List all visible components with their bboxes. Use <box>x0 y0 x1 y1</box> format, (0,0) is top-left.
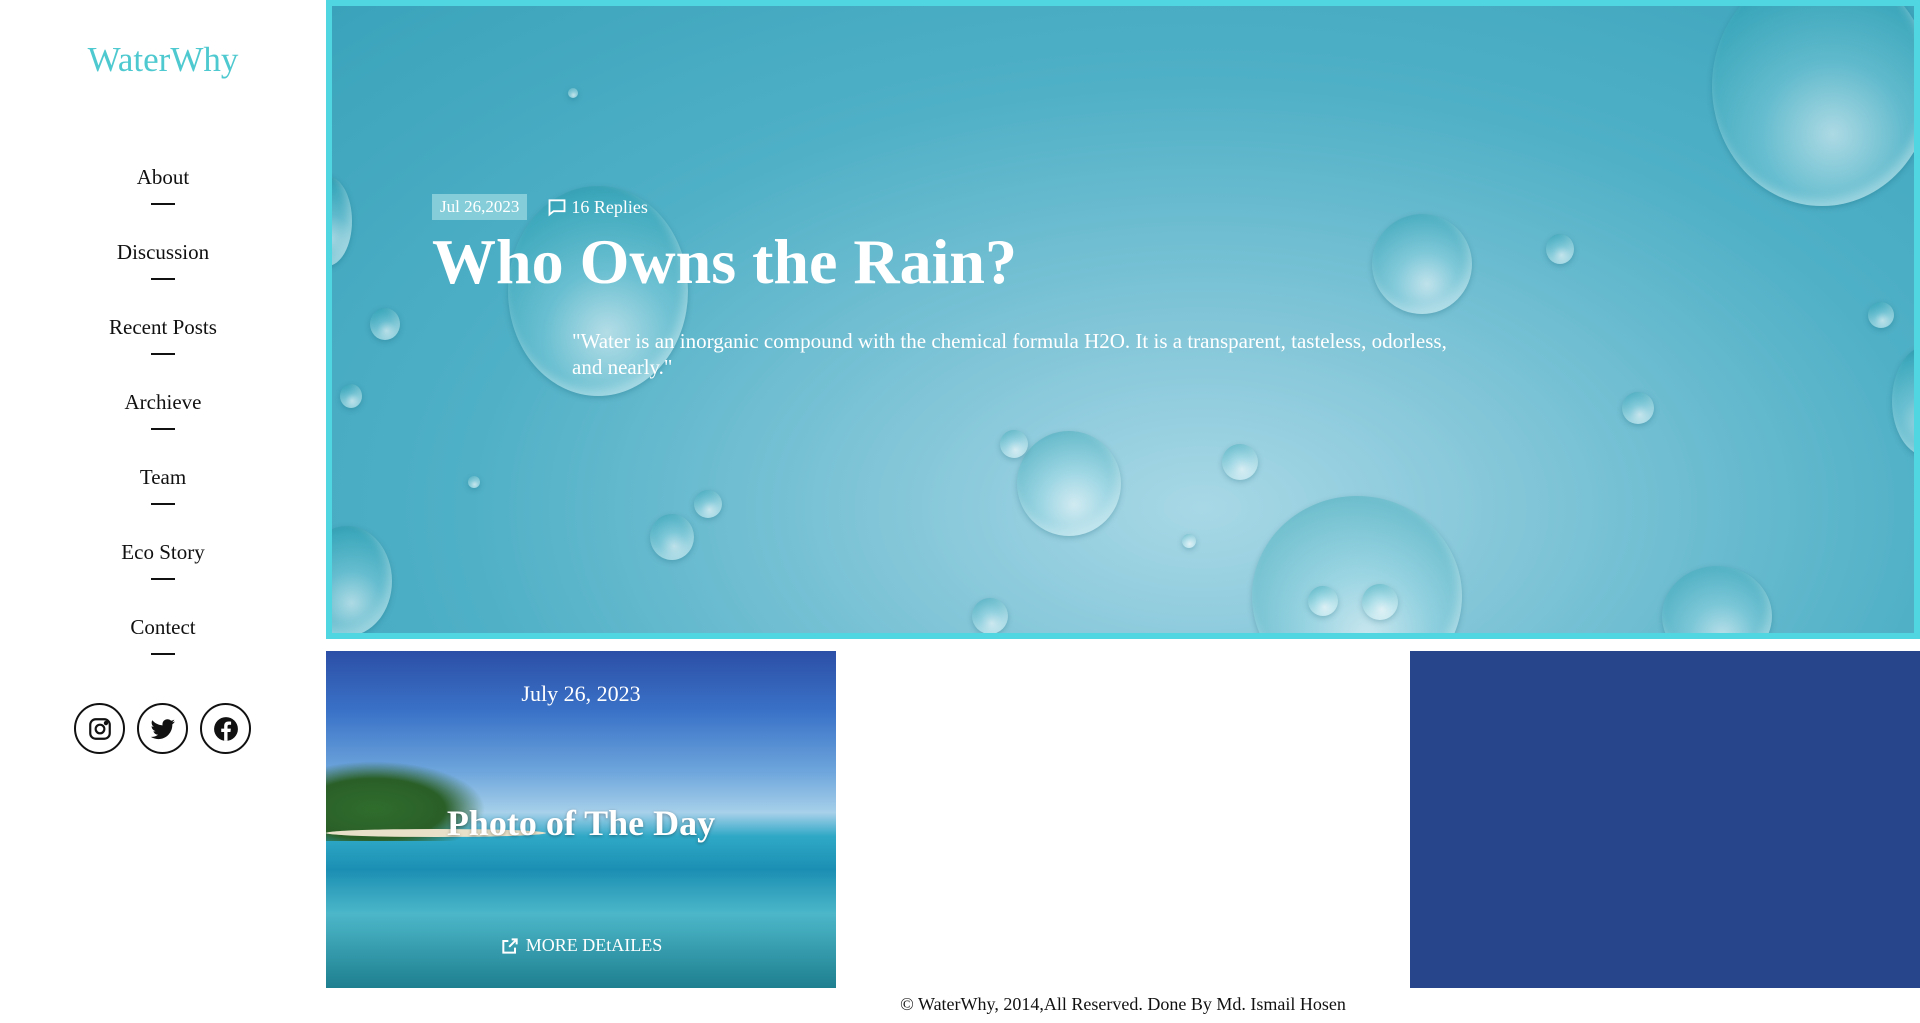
external-link-icon <box>502 937 518 954</box>
nav-link-archieve[interactable]: Archieve <box>125 387 202 417</box>
instagram-icon <box>88 717 111 740</box>
nav-divider <box>151 503 175 505</box>
sidebar: WaterWhy About Discussion Recent Posts A… <box>0 0 326 1023</box>
hero-banner: Jul 26,2023 16 Replies Who Owns the Rain… <box>326 0 1920 639</box>
water-bubble <box>340 384 362 408</box>
nav-link-eco-story[interactable]: Eco Story <box>121 537 204 567</box>
nav-divider <box>151 578 175 580</box>
nav-link-about[interactable]: About <box>137 162 190 192</box>
water-bubble <box>1222 444 1258 480</box>
water-bubble <box>468 476 480 488</box>
nav-item-contect: Contect <box>0 612 326 687</box>
facebook-button[interactable] <box>200 703 251 754</box>
twitter-icon <box>150 718 175 739</box>
nav-item-about: About <box>0 162 326 237</box>
nav-link-team[interactable]: Team <box>140 462 186 492</box>
footer-copyright: © WaterWhy, 2014,All Reserved. Done By M… <box>900 994 1346 1014</box>
water-bubble <box>972 598 1008 633</box>
nav-item-recent-posts: Recent Posts <box>0 312 326 387</box>
water-bubble <box>1712 6 1914 206</box>
water-bubble <box>1892 346 1914 456</box>
nav-item-eco-story: Eco Story <box>0 537 326 612</box>
water-bubble <box>332 526 392 633</box>
water-bubble <box>1662 566 1772 633</box>
nav-item-archieve: Archieve <box>0 387 326 462</box>
card-title: Photo of The Day <box>446 803 716 843</box>
water-bubble <box>1546 234 1574 264</box>
water-bubble <box>332 176 352 266</box>
replies-count[interactable]: 16 Replies <box>547 197 648 218</box>
water-bubble <box>694 490 722 518</box>
photo-of-the-day-card: July 26, 2023 Photo of The Day MORE DEtA… <box>326 651 836 988</box>
post-date-badge: Jul 26,2023 <box>432 194 528 220</box>
post-excerpt: "Water is an inorganic compound with the… <box>572 329 1447 379</box>
nav-divider <box>151 653 175 655</box>
water-bubble <box>568 88 578 98</box>
water-bubble <box>1622 392 1654 424</box>
water-bubble <box>1362 584 1398 620</box>
water-bubble <box>650 514 694 560</box>
nav-item-discussion: Discussion <box>0 237 326 312</box>
nav-link-contect[interactable]: Contect <box>130 612 195 642</box>
nav-divider <box>151 428 175 430</box>
water-bubble <box>1000 430 1028 458</box>
sidebar-nav: About Discussion Recent Posts Archieve T… <box>0 162 326 687</box>
water-bubble <box>1252 496 1462 633</box>
nav-divider <box>151 353 175 355</box>
card-date: July 26, 2023 <box>521 681 641 706</box>
water-bubble <box>1182 534 1196 548</box>
nav-link-discussion[interactable]: Discussion <box>117 237 209 267</box>
twitter-button[interactable] <box>137 703 188 754</box>
nav-item-team: Team <box>0 462 326 537</box>
more-details-link[interactable]: MORE DEtAILES <box>326 935 836 956</box>
water-bubble <box>370 308 400 340</box>
instagram-button[interactable] <box>74 703 125 754</box>
blue-panel <box>1410 651 1920 988</box>
brand-logo[interactable]: WaterWhy <box>0 40 326 80</box>
comment-icon <box>548 199 566 217</box>
water-bubble <box>1372 214 1472 314</box>
social-links <box>74 703 251 754</box>
post-meta: Jul 26,2023 16 Replies <box>432 194 648 220</box>
nav-divider <box>151 278 175 280</box>
more-details-label: MORE DEtAILES <box>525 935 663 955</box>
replies-label: 16 Replies <box>571 196 648 217</box>
water-bubble <box>1017 431 1121 536</box>
facebook-icon <box>213 716 238 741</box>
water-bubble <box>1868 302 1894 328</box>
nav-divider <box>151 203 175 205</box>
post-title[interactable]: Who Owns the Rain? <box>432 222 1017 302</box>
water-bubble <box>1308 586 1338 616</box>
nav-link-recent-posts[interactable]: Recent Posts <box>109 312 217 342</box>
